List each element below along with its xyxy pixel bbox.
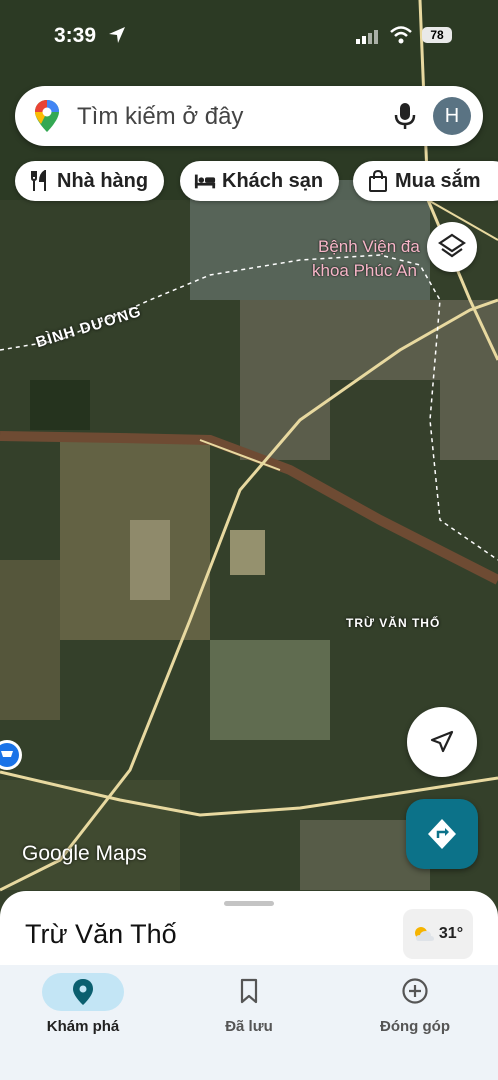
status-time: 3:39 — [54, 24, 97, 47]
status-bar: 3:39 78 — [0, 0, 498, 70]
place-sheet[interactable]: Trừ Văn Thố 31° — [0, 891, 498, 971]
shopping-cart-marker[interactable] — [0, 740, 22, 770]
chip-label: Khách sạn — [222, 169, 324, 192]
hospital-label-line2: khoa Phúc An — [312, 261, 417, 280]
temperature: 31° — [438, 925, 464, 942]
chip-hotels[interactable]: Khách sạn — [180, 161, 340, 201]
account-avatar[interactable]: H — [433, 97, 471, 135]
google-maps-pin-icon — [35, 100, 59, 132]
chip-label: Mua sắm — [395, 169, 481, 192]
tab-contribute[interactable]: Đóng góp — [332, 965, 498, 1080]
tab-explore[interactable]: Khám phá — [0, 965, 166, 1080]
layers-icon — [438, 233, 466, 258]
navigation-arrow-icon — [430, 730, 454, 753]
partly-cloudy-icon — [414, 927, 434, 941]
tab-saved[interactable]: Đã lưu — [166, 965, 332, 1080]
bottom-navigation: Khám phá Đã lưu Đóng góp — [0, 965, 498, 1080]
bookmark-icon — [240, 978, 258, 1004]
place-title: Trừ Văn Thố — [25, 919, 177, 949]
my-location-button[interactable] — [407, 707, 477, 777]
fork-knife-icon — [31, 170, 46, 191]
search-input[interactable]: Tìm kiếm ở đây — [77, 103, 243, 131]
tab-explore-label: Khám phá — [46, 1018, 120, 1035]
location-pin-icon — [73, 979, 93, 1005]
tab-saved-label: Đã lưu — [225, 1018, 273, 1035]
tab-contribute-label: Đóng góp — [380, 1018, 450, 1035]
microphone-icon[interactable] — [393, 102, 417, 130]
hospital-label[interactable]: Bệnh Viện đa khoa Phúc An — [312, 235, 420, 283]
layers-button[interactable] — [427, 222, 477, 272]
weather-chip[interactable]: 31° — [403, 909, 473, 959]
chip-restaurants[interactable]: Nhà hàng — [15, 161, 165, 201]
chip-label: Nhà hàng — [57, 169, 149, 192]
cellular-signal-icon — [356, 30, 378, 44]
battery-indicator: 78 — [422, 27, 452, 43]
village-label: TRỪ VĂN THỐ — [346, 616, 441, 630]
sheet-drag-handle[interactable] — [224, 901, 274, 906]
location-arrow-icon — [109, 27, 125, 43]
search-bar[interactable]: Tìm kiếm ở đây H — [15, 86, 483, 146]
wifi-icon — [390, 26, 412, 44]
shopping-bag-icon — [369, 170, 387, 192]
directions-icon — [428, 819, 456, 849]
cart-icon — [0, 743, 19, 767]
hospital-label-line1: Bệnh Viện đa — [318, 237, 420, 256]
directions-button[interactable] — [406, 799, 478, 869]
chip-shopping[interactable]: Mua sắm — [353, 161, 498, 201]
google-maps-logo: Google Maps — [22, 842, 147, 865]
bed-icon — [194, 174, 216, 189]
add-circle-icon — [402, 978, 428, 1004]
